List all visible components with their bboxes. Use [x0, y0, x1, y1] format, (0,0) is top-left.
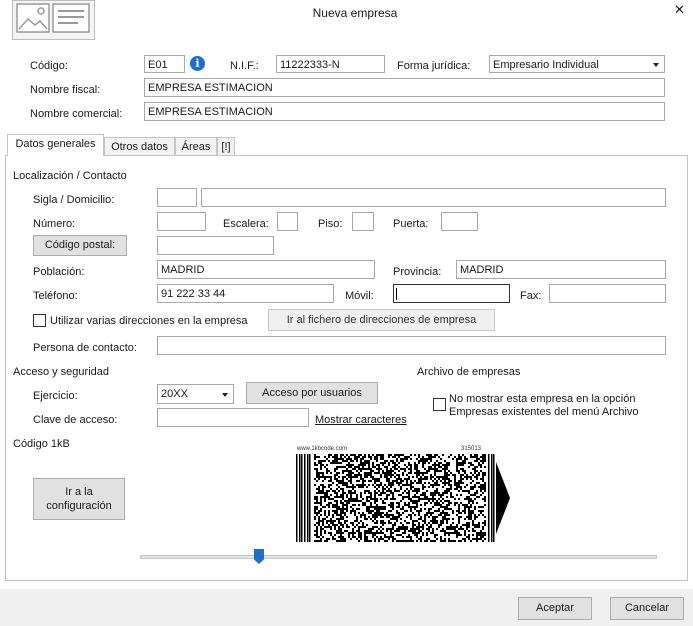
ir-configuracion-line1: Ir a la: [65, 486, 93, 498]
mostrar-caracteres-link[interactable]: Mostrar caracteres: [315, 413, 407, 427]
info-icon[interactable]: i: [190, 56, 205, 71]
codigo-input[interactable]: E01: [144, 55, 185, 73]
acceso-section-title: Acceso y seguridad: [13, 366, 109, 378]
codigo-postal-input[interactable]: [157, 236, 274, 255]
archivo-section-title: Archivo de empresas: [417, 366, 521, 378]
clave-acceso-input[interactable]: [157, 408, 309, 427]
tab-otros-datos[interactable]: Otros datos: [104, 137, 175, 157]
slider-track: [140, 555, 657, 559]
provincia-input[interactable]: MADRID: [456, 260, 666, 279]
ejercicio-label: Ejercicio:: [33, 390, 78, 402]
puerta-label: Puerta:: [393, 218, 429, 230]
zoom-slider[interactable]: [140, 549, 657, 566]
ir-configuracion-line2: configuración: [46, 500, 112, 512]
forma-juridica-label: Forma jurídica:: [397, 60, 471, 72]
accept-button[interactable]: Aceptar: [518, 597, 592, 620]
numero-input[interactable]: [157, 212, 206, 231]
codigo-label: Código:: [30, 60, 68, 72]
tab-datos-generales[interactable]: Datos generales: [7, 134, 104, 156]
acceso-usuarios-button[interactable]: Acceso por usuarios: [246, 382, 378, 404]
escalera-input[interactable]: [277, 212, 298, 231]
movil-label: Móvil:: [345, 290, 374, 302]
no-mostrar-line1: No mostrar esta empresa en la opción: [449, 393, 636, 405]
nif-label: N.I.F.:: [230, 60, 259, 72]
localizacion-section-title: Localización / Contacto: [13, 170, 127, 182]
varias-direcciones-checkbox[interactable]: [33, 314, 46, 327]
barcode-id: 315013: [461, 446, 482, 452]
puerta-input[interactable]: [441, 212, 478, 231]
codigo-1kb-section-title: Código 1kB: [13, 438, 70, 450]
image-placeholder-icon: [16, 3, 90, 33]
poblacion-input[interactable]: MADRID: [157, 260, 375, 279]
tab-areas[interactable]: Áreas: [175, 137, 217, 157]
nombre-fiscal-label: Nombre fiscal:: [30, 84, 101, 96]
codigo-postal-button[interactable]: Código postal:: [33, 235, 127, 256]
close-icon[interactable]: ✕: [674, 3, 685, 17]
telefono-label: Teléfono:: [33, 290, 78, 302]
movil-input[interactable]: [393, 284, 510, 303]
company-logo-placeholder[interactable]: [12, 0, 95, 40]
ir-configuracion-button[interactable]: Ir a la configuración: [33, 478, 125, 520]
tab-warnings[interactable]: [!]: [217, 137, 235, 157]
nombre-comercial-label: Nombre comercial:: [30, 108, 123, 120]
piso-label: Piso:: [318, 218, 343, 230]
ejercicio-select[interactable]: 20XX: [157, 384, 234, 404]
fax-label: Fax:: [520, 290, 542, 302]
forma-juridica-value: Empresario Individual: [493, 59, 599, 71]
clave-acceso-label: Clave de acceso:: [33, 414, 118, 426]
barcode-url: www.1kbcode.com: [297, 446, 348, 452]
no-mostrar-checkbox[interactable]: [433, 398, 446, 411]
persona-contacto-label: Persona de contacto:: [33, 342, 137, 354]
sigla-domicilio-label: Sigla / Domicilio:: [33, 194, 115, 206]
cancel-button[interactable]: Cancelar: [610, 597, 684, 620]
varias-direcciones-label: Utilizar varias direcciones en la empres…: [50, 315, 248, 327]
ejercicio-value: 20XX: [161, 388, 188, 400]
nombre-comercial-input[interactable]: EMPRESA ESTIMACION: [144, 102, 665, 121]
barcode-image: [296, 454, 510, 542]
chevron-down-icon: [653, 63, 659, 67]
provincia-label: Provincia:: [393, 266, 442, 278]
chevron-down-icon: [222, 393, 228, 397]
escalera-label: Escalera:: [223, 218, 269, 230]
text-cursor: [396, 288, 397, 300]
poblacion-label: Población:: [33, 266, 85, 278]
fax-input[interactable]: [549, 284, 666, 303]
no-mostrar-line2: Empresas existentes del menú Archivo: [449, 406, 639, 418]
persona-contacto-input[interactable]: [157, 336, 666, 355]
fichero-direcciones-button[interactable]: Ir al fichero de direcciones de empresa: [268, 309, 495, 331]
forma-juridica-select[interactable]: Empresario Individual: [489, 55, 665, 73]
slider-thumb[interactable]: [254, 549, 264, 564]
piso-input[interactable]: [352, 212, 374, 231]
nif-input[interactable]: 11222333-N: [276, 55, 385, 73]
domicilio-input[interactable]: [201, 188, 666, 207]
numero-label: Número:: [33, 218, 76, 230]
nombre-fiscal-input[interactable]: EMPRESA ESTIMACION: [144, 78, 665, 97]
sigla-input[interactable]: [157, 188, 197, 207]
window-title: Nueva empresa: [312, 6, 398, 20]
telefono-input[interactable]: 91 222 33 44: [157, 284, 334, 303]
